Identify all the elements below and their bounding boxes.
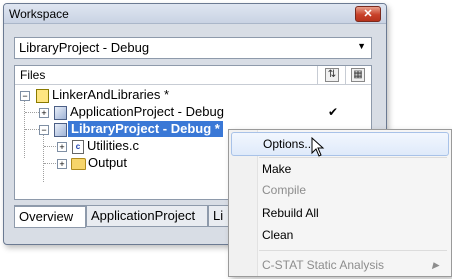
menu-item-label: Options...	[263, 137, 315, 151]
tree-item-label: Output	[88, 155, 128, 170]
project-icon	[54, 123, 67, 137]
menu-item-clean[interactable]: Clean	[231, 224, 447, 246]
tree-line	[44, 146, 58, 147]
tab-overview[interactable]: Overview	[14, 205, 86, 228]
collapse-icon[interactable]: −	[20, 91, 30, 101]
tree-row-application-project[interactable]: + ApplicationProject - Debug ✔	[15, 104, 371, 121]
tab-application-project[interactable]: ApplicationProject	[86, 205, 208, 227]
mouse-cursor-icon	[311, 137, 325, 157]
tree-item-label: Utilities.c	[87, 138, 140, 153]
tree-line	[25, 129, 39, 130]
header-divider	[345, 66, 346, 84]
workspace-icon	[36, 89, 49, 103]
menu-item-label: Rebuild All	[262, 206, 319, 220]
submenu-arrow-icon: ▶	[432, 260, 439, 270]
header-divider	[317, 66, 318, 84]
menu-item-label: C-STAT Static Analysis	[262, 258, 385, 272]
close-button[interactable]: ✕	[355, 6, 381, 22]
files-column-label[interactable]: Files	[20, 68, 45, 82]
tree-item-label-selected: LibraryProject - Debug *	[68, 121, 223, 137]
build-status-column-icon[interactable]: ⇅	[325, 68, 339, 82]
menu-item-label: Make	[262, 162, 292, 176]
configuration-dropdown[interactable]: LibraryProject - Debug ▼	[14, 37, 372, 59]
expand-icon[interactable]: +	[57, 142, 67, 152]
project-icon	[54, 106, 67, 120]
menu-item-label: Clean	[262, 228, 294, 242]
menu-item-rebuild-all[interactable]: Rebuild All	[231, 202, 447, 224]
folder-icon	[71, 158, 86, 170]
configuration-value: LibraryProject - Debug	[19, 40, 150, 55]
collapse-icon[interactable]: −	[39, 125, 49, 135]
menu-item-make[interactable]: Make	[231, 158, 447, 180]
tree-line	[44, 163, 58, 164]
c-file-icon: c	[72, 140, 84, 154]
tree-line	[25, 112, 39, 113]
tree-row-workspace[interactable]: − LinkerAndLibraries *	[15, 87, 371, 104]
menu-item-options[interactable]: Options...	[231, 132, 449, 156]
checkmark-icon: ✔	[328, 105, 339, 119]
menu-item-label: Compile	[262, 183, 307, 197]
chevron-down-icon[interactable]: ▼	[357, 41, 366, 51]
expand-icon[interactable]: +	[39, 108, 49, 118]
window-title: Workspace	[9, 7, 69, 21]
title-bar[interactable]: Workspace ✕	[4, 4, 386, 24]
tree-item-label: LinkerAndLibraries *	[52, 87, 170, 102]
files-header: Files ⇅ ▦	[15, 66, 371, 85]
menu-item-cstat[interactable]: C-STAT Static Analysis ▶	[231, 254, 447, 276]
menu-item-compile[interactable]: Compile	[231, 179, 447, 201]
expand-icon[interactable]: +	[57, 159, 67, 169]
context-menu: Options... Make Compile Rebuild All Clea…	[228, 129, 452, 277]
options-column-icon[interactable]: ▦	[351, 68, 365, 82]
tree-item-label: ApplicationProject - Debug	[70, 104, 224, 119]
menu-separator	[259, 250, 447, 251]
